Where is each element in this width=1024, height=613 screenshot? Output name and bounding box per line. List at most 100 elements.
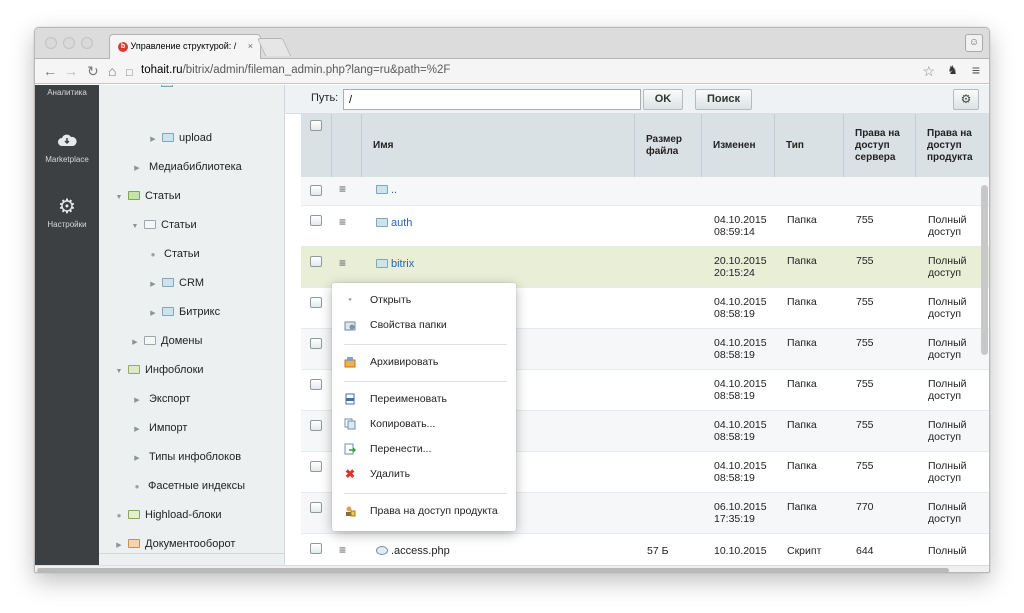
tree-item-facet-indexes[interactable]: ● Фасетные индексы <box>131 472 245 500</box>
column-size[interactable]: Размер файла <box>634 114 701 177</box>
table-row-selected[interactable]: ≡ bitrix 20.10.2015 20:15:24 Папка 755 По… <box>301 247 989 288</box>
expand-arrow-icon[interactable]: ▶ <box>147 300 159 328</box>
modified-cell: 04.10.2015 08:58:19 <box>714 296 767 320</box>
path-toolbar: Путь: OK Поиск ⚙ <box>285 85 989 114</box>
vertical-scrollbar[interactable] <box>981 185 988 355</box>
tree-item-bitrix[interactable]: ▶ Битрикс <box>147 298 220 326</box>
row-checkbox[interactable] <box>310 215 322 226</box>
tree-item-iblocks[interactable]: ▼ Инфоблоки <box>113 356 204 384</box>
ok-button[interactable]: OK <box>643 89 683 110</box>
row-checkbox[interactable] <box>310 256 322 267</box>
column-name[interactable]: Имя <box>361 114 633 177</box>
menu-item-analytics[interactable]: Аналитика <box>35 88 99 97</box>
row-menu-icon[interactable]: ≡ <box>339 215 346 229</box>
column-product-rights[interactable]: Права на доступ продукта <box>915 114 989 177</box>
folder-icon <box>162 306 174 316</box>
bookmark-star-icon[interactable]: ☆ <box>922 63 935 80</box>
forward-arrow-icon[interactable]: → <box>64 63 78 79</box>
menu-folder-properties[interactable]: Свойства папки <box>332 314 516 336</box>
column-server-rights[interactable]: Права на доступ сервера <box>843 114 915 177</box>
browser-tab[interactable]: b Управление структурой: / × <box>109 34 261 59</box>
menu-item-settings[interactable]: ⚙ Настройки <box>35 197 99 229</box>
tree-item-upload[interactable]: ▶ upload <box>147 124 212 152</box>
close-window-button[interactable] <box>45 37 57 49</box>
modified-cell: 06.10.2015 17:35:19 <box>714 501 767 525</box>
browser-menu-icon[interactable]: ≡ <box>972 62 980 78</box>
tree-item-import[interactable]: ▶ Импорт <box>131 414 187 442</box>
expand-arrow-icon[interactable]: ▶ <box>147 126 159 154</box>
row-checkbox[interactable] <box>310 502 322 513</box>
file-name-link[interactable]: bitrix <box>376 258 414 270</box>
tree-divider <box>99 553 285 554</box>
row-checkbox[interactable] <box>310 297 322 308</box>
expand-arrow-icon[interactable]: ▶ <box>113 532 125 560</box>
expand-arrow-icon[interactable]: ▶ <box>147 271 159 299</box>
tree-item-iblock-types[interactable]: ▶ Типы инфоблоков <box>131 443 241 471</box>
modified-cell: 04.10.2015 08:58:19 <box>714 419 767 443</box>
collapse-arrow-icon[interactable]: ▼ <box>129 213 141 241</box>
horizontal-scrollbar[interactable] <box>37 568 949 572</box>
iblock-icon <box>128 364 140 374</box>
table-row[interactable]: ≡ .. <box>301 177 989 206</box>
expand-arrow-icon[interactable]: ▶ <box>131 416 143 444</box>
server-rights-cell: 770 <box>856 501 874 513</box>
menu-item-marketplace[interactable]: Marketplace <box>35 133 99 164</box>
tree-item-domains[interactable]: ▶ Домены <box>129 327 202 355</box>
collapse-arrow-icon[interactable]: ▼ <box>113 184 125 212</box>
menu-move[interactable]: Перенести... <box>332 438 516 460</box>
row-checkbox[interactable] <box>310 338 322 349</box>
expand-arrow-icon[interactable]: ▶ <box>131 155 143 183</box>
menu-copy[interactable]: Копировать... <box>332 413 516 435</box>
menu-delete[interactable]: ✖ Удалить <box>332 463 516 485</box>
expand-arrow-icon[interactable]: ▶ <box>131 387 143 415</box>
table-row[interactable]: ≡ .access.php 57 Б 10.10.2015 Скрипт 644… <box>301 534 989 565</box>
tree-item-label: Highload-блоки <box>145 509 222 521</box>
tree-item-highload[interactable]: ● Highload-блоки <box>113 501 222 529</box>
reload-icon[interactable]: ↻ <box>87 63 99 79</box>
expand-arrow-icon[interactable]: ▶ <box>131 445 143 473</box>
collapse-arrow-icon[interactable]: ▼ <box>113 358 125 386</box>
row-checkbox[interactable] <box>310 543 322 554</box>
row-menu-icon[interactable]: ≡ <box>339 256 346 270</box>
path-input[interactable] <box>343 89 641 110</box>
extension-icon[interactable]: ♞ <box>947 63 958 77</box>
profile-icon[interactable]: ☺ <box>965 34 983 52</box>
table-header: Имя Размер файла Изменен Тип Права на до… <box>301 114 989 177</box>
tree-item-articles[interactable]: ▼ Статьи <box>129 211 197 239</box>
row-checkbox[interactable] <box>310 185 322 196</box>
row-menu-icon[interactable]: ≡ <box>339 543 346 557</box>
tab-close-icon[interactable]: × <box>248 41 253 51</box>
tree-item-articles-leaf[interactable]: ● Статьи <box>147 240 200 268</box>
file-name-link[interactable]: .access.php <box>376 545 450 557</box>
folder-icon <box>161 85 173 87</box>
menu-archive[interactable]: Архивировать <box>332 351 516 373</box>
row-checkbox[interactable] <box>310 379 322 390</box>
column-modified[interactable]: Изменен <box>701 114 774 177</box>
tree-item-articles-root[interactable]: ▼ Статьи <box>113 182 181 210</box>
file-name-link[interactable]: auth <box>376 217 412 229</box>
menu-product-access-rights[interactable]: Права на доступ продукта <box>332 500 516 522</box>
tree-item-media[interactable]: ▶ Медиабиблиотека <box>131 153 241 183</box>
select-all-checkbox[interactable] <box>310 120 322 131</box>
tree-item-export[interactable]: ▶ Экспорт <box>131 385 190 413</box>
menu-rename[interactable]: Переименовать <box>332 388 516 410</box>
row-checkbox[interactable] <box>310 461 322 472</box>
expand-arrow-icon[interactable]: ▶ <box>129 329 141 357</box>
row-checkbox[interactable] <box>310 420 322 431</box>
row-menu-icon[interactable]: ≡ <box>339 182 346 196</box>
minimize-window-button[interactable] <box>63 37 75 49</box>
table-row[interactable]: ≡ auth 04.10.2015 08:59:14 Папка 755 Полн… <box>301 206 989 247</box>
home-icon[interactable]: ⌂ <box>108 63 116 79</box>
php-file-icon <box>376 545 388 555</box>
file-name-link[interactable]: .. <box>376 184 397 196</box>
bullet-icon: ● <box>348 297 352 303</box>
menu-open[interactable]: ● Открыть <box>332 289 516 311</box>
settings-gear-button[interactable]: ⚙ <box>953 89 979 110</box>
address-bar[interactable]: tohait.ru/bitrix/admin/fileman_admin.php… <box>141 64 450 76</box>
tree-item-crm[interactable]: ▶ CRM <box>147 269 204 297</box>
maximize-window-button[interactable] <box>81 37 93 49</box>
search-button[interactable]: Поиск <box>695 89 752 110</box>
new-tab-button[interactable] <box>256 38 292 56</box>
column-type[interactable]: Тип <box>774 114 843 177</box>
back-arrow-icon[interactable]: ← <box>43 63 57 79</box>
